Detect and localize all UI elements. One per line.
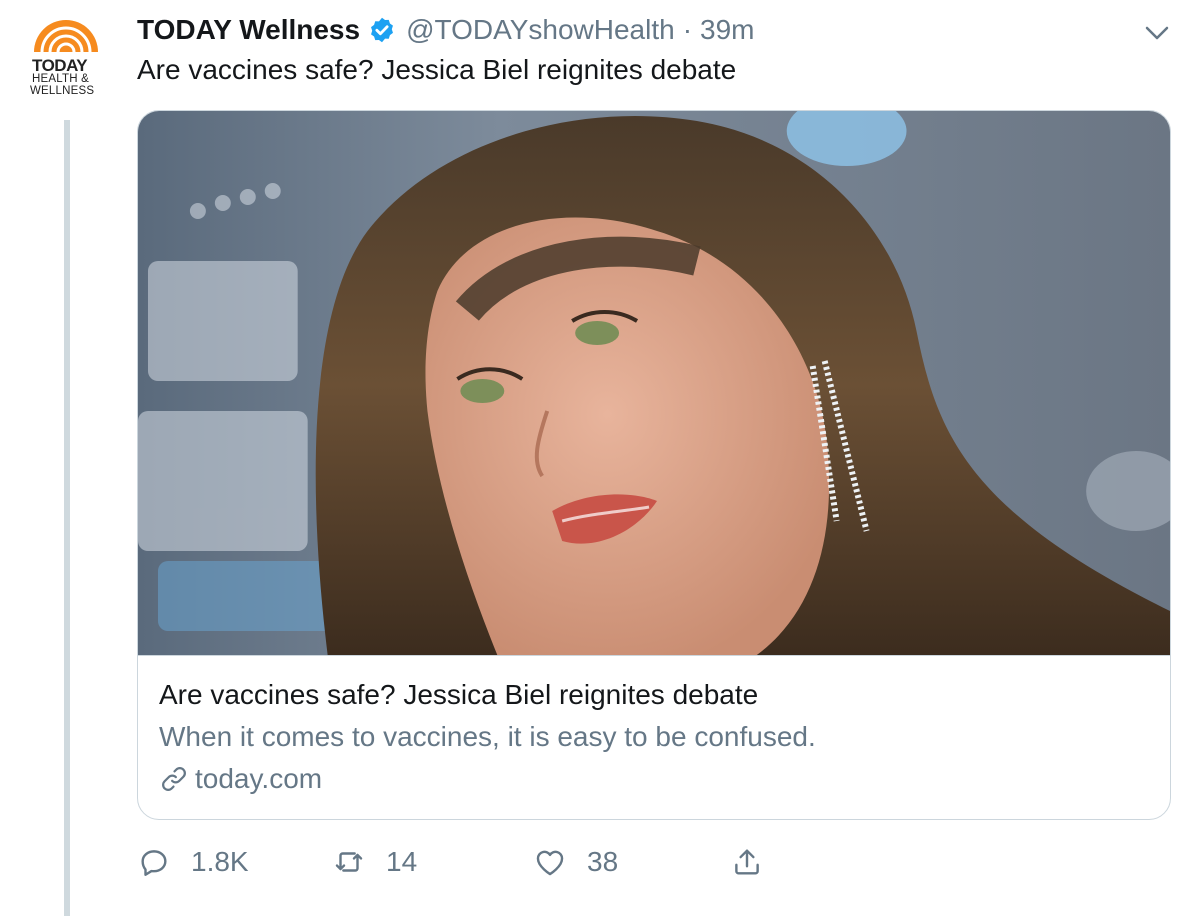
heart-icon	[536, 850, 564, 876]
tweet-header: TODAY Wellness @TODAYshowHealth · 39m	[137, 12, 754, 48]
chevron-down-icon[interactable]	[1142, 18, 1172, 48]
thread-connector-line	[64, 120, 70, 916]
card-domain[interactable]: today.com	[159, 763, 322, 795]
card-photo	[138, 111, 1170, 656]
sunrise-logo-icon	[34, 20, 98, 53]
card-title[interactable]: Are vaccines safe? Jessica Biel reignite…	[159, 679, 758, 711]
link-preview-card[interactable]: Are vaccines safe? Jessica Biel reignite…	[137, 110, 1171, 820]
reply-count: 1.8K	[191, 846, 249, 877]
tweet-text: Are vaccines safe? Jessica Biel reignite…	[137, 54, 737, 85]
reply-button[interactable]: 1.8K	[137, 840, 249, 884]
card-domain-text: today.com	[195, 763, 323, 794]
share-icon	[735, 849, 759, 875]
retweet-button[interactable]: 14	[332, 840, 417, 884]
retweet-icon	[335, 852, 363, 872]
avatar-logo-line3: WELLNESS	[30, 85, 95, 97]
retweet-count: 14	[386, 846, 418, 877]
like-count: 38	[587, 846, 619, 877]
share-button[interactable]	[730, 840, 784, 884]
display-name[interactable]: TODAY Wellness	[137, 14, 360, 46]
verified-badge-icon	[371, 17, 394, 43]
link-icon	[162, 767, 186, 791]
reply-icon	[141, 850, 167, 876]
like-button[interactable]: 38	[533, 840, 618, 884]
profile-avatar[interactable]: TODAY HEALTH & WELLNESS	[28, 18, 104, 102]
avatar-logo-line2: HEALTH &	[32, 73, 89, 85]
tweet-timestamp[interactable]: 39m	[700, 14, 754, 46]
user-handle[interactable]: @TODAYshowHealth	[406, 14, 675, 46]
card-description: When it comes to vaccines, it is easy to…	[159, 721, 816, 752]
meta-separator: ·	[682, 14, 693, 45]
